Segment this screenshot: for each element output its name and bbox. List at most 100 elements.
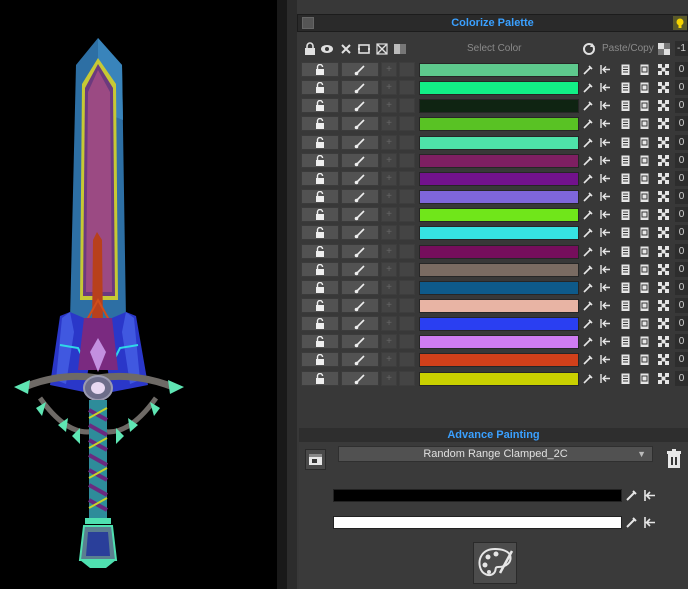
paste-icon[interactable] [619,353,632,366]
paste-icon[interactable] [619,99,632,112]
brush-button[interactable] [341,207,379,222]
reset-arrow-icon[interactable] [642,488,657,503]
copy-icon[interactable] [638,190,651,203]
brush-button[interactable] [341,280,379,295]
color-swatch[interactable] [419,154,579,168]
eyedropper-icon[interactable] [582,81,595,94]
brush-button[interactable] [341,225,379,240]
eyedropper-icon[interactable] [582,281,595,294]
copy-icon[interactable] [638,335,651,348]
brush-button[interactable] [341,62,379,77]
checker-icon[interactable] [657,226,670,239]
copy-icon[interactable] [638,136,651,149]
paste-icon[interactable] [619,208,632,221]
blend-button[interactable] [399,298,415,313]
brush-button[interactable] [341,298,379,313]
checker-icon[interactable] [657,154,670,167]
reset-arrow-icon[interactable] [599,136,612,149]
add-button[interactable]: + [381,189,397,204]
lock-button[interactable] [301,135,339,150]
add-button[interactable]: + [381,244,397,259]
paste-icon[interactable] [619,372,632,385]
reset-arrow-icon[interactable] [599,154,612,167]
add-button[interactable]: + [381,316,397,331]
color-swatch[interactable] [419,190,579,204]
lock-button[interactable] [301,189,339,204]
checker-icon[interactable] [657,117,670,130]
paste-icon[interactable] [619,63,632,76]
checker-icon[interactable] [657,353,670,366]
reset-arrow-icon[interactable] [599,208,612,221]
row-value-field[interactable]: 0 [675,116,688,131]
color-swatch[interactable] [419,99,579,113]
checker-icon[interactable] [657,172,670,185]
eyedropper-icon[interactable] [582,208,595,221]
copy-icon[interactable] [638,263,651,276]
lightbulb-icon[interactable] [673,16,687,30]
painting-mode-dropdown[interactable]: Random Range Clamped_2C ▼ [338,446,653,462]
reset-arrow-icon[interactable] [599,372,612,385]
lock-button[interactable] [301,225,339,240]
lock-button[interactable] [301,316,339,331]
paste-icon[interactable] [619,335,632,348]
checker-icon[interactable] [657,136,670,149]
add-button[interactable]: + [381,352,397,367]
reset-arrow-icon[interactable] [599,190,612,203]
refresh-icon[interactable] [582,42,596,56]
blend-button[interactable] [399,352,415,367]
paste-icon[interactable] [619,226,632,239]
reset-arrow-icon[interactable] [599,117,612,130]
row-value-field[interactable]: 0 [675,62,688,77]
row-value-field[interactable]: 0 [675,171,688,186]
reset-arrow-icon[interactable] [599,299,612,312]
row-value-field[interactable]: 0 [675,80,688,95]
add-button[interactable]: + [381,225,397,240]
checker-icon[interactable] [657,81,670,94]
visibility-icon[interactable] [320,42,334,56]
blend-button[interactable] [399,280,415,295]
reset-arrow-icon[interactable] [599,335,612,348]
brush-button[interactable] [341,334,379,349]
add-button[interactable]: + [381,116,397,131]
lock-button[interactable] [301,62,339,77]
row-value-field[interactable]: 0 [675,298,688,313]
checker-icon[interactable] [657,63,670,76]
lock-button[interactable] [301,352,339,367]
copy-icon[interactable] [638,281,651,294]
add-button[interactable]: + [381,171,397,186]
color-swatch[interactable] [419,299,579,313]
gradient-end-color[interactable] [333,516,622,529]
reset-arrow-icon[interactable] [599,281,612,294]
colorize-palette-header[interactable]: Colorize Palette [297,14,688,32]
add-button[interactable]: + [381,98,397,113]
color-swatch[interactable] [419,63,579,77]
eyedropper-icon[interactable] [582,136,595,149]
copy-icon[interactable] [638,117,651,130]
blend-button[interactable] [399,62,415,77]
add-button[interactable]: + [381,298,397,313]
lock-button[interactable] [301,153,339,168]
reset-arrow-icon[interactable] [599,353,612,366]
row-value-field[interactable]: 0 [675,135,688,150]
row-value-field[interactable]: 0 [675,334,688,349]
lock-button[interactable] [301,98,339,113]
eyedropper-icon[interactable] [582,190,595,203]
add-button[interactable]: + [381,153,397,168]
paste-icon[interactable] [619,281,632,294]
paste-icon[interactable] [619,317,632,330]
eyedropper-icon[interactable] [582,117,595,130]
reset-arrow-icon[interactable] [599,226,612,239]
row-value-field[interactable]: 0 [675,225,688,240]
eyedropper-icon[interactable] [582,172,595,185]
row-value-field[interactable]: 0 [675,189,688,204]
eyedropper-icon[interactable] [624,488,639,503]
reset-arrow-icon[interactable] [599,245,612,258]
checker-icon[interactable] [657,335,670,348]
brush-button[interactable] [341,244,379,259]
eyedropper-icon[interactable] [582,299,595,312]
lock-button[interactable] [301,80,339,95]
lock-button[interactable] [301,116,339,131]
color-swatch[interactable] [419,136,579,150]
gradient-icon[interactable] [393,42,407,56]
color-swatch[interactable] [419,172,579,186]
